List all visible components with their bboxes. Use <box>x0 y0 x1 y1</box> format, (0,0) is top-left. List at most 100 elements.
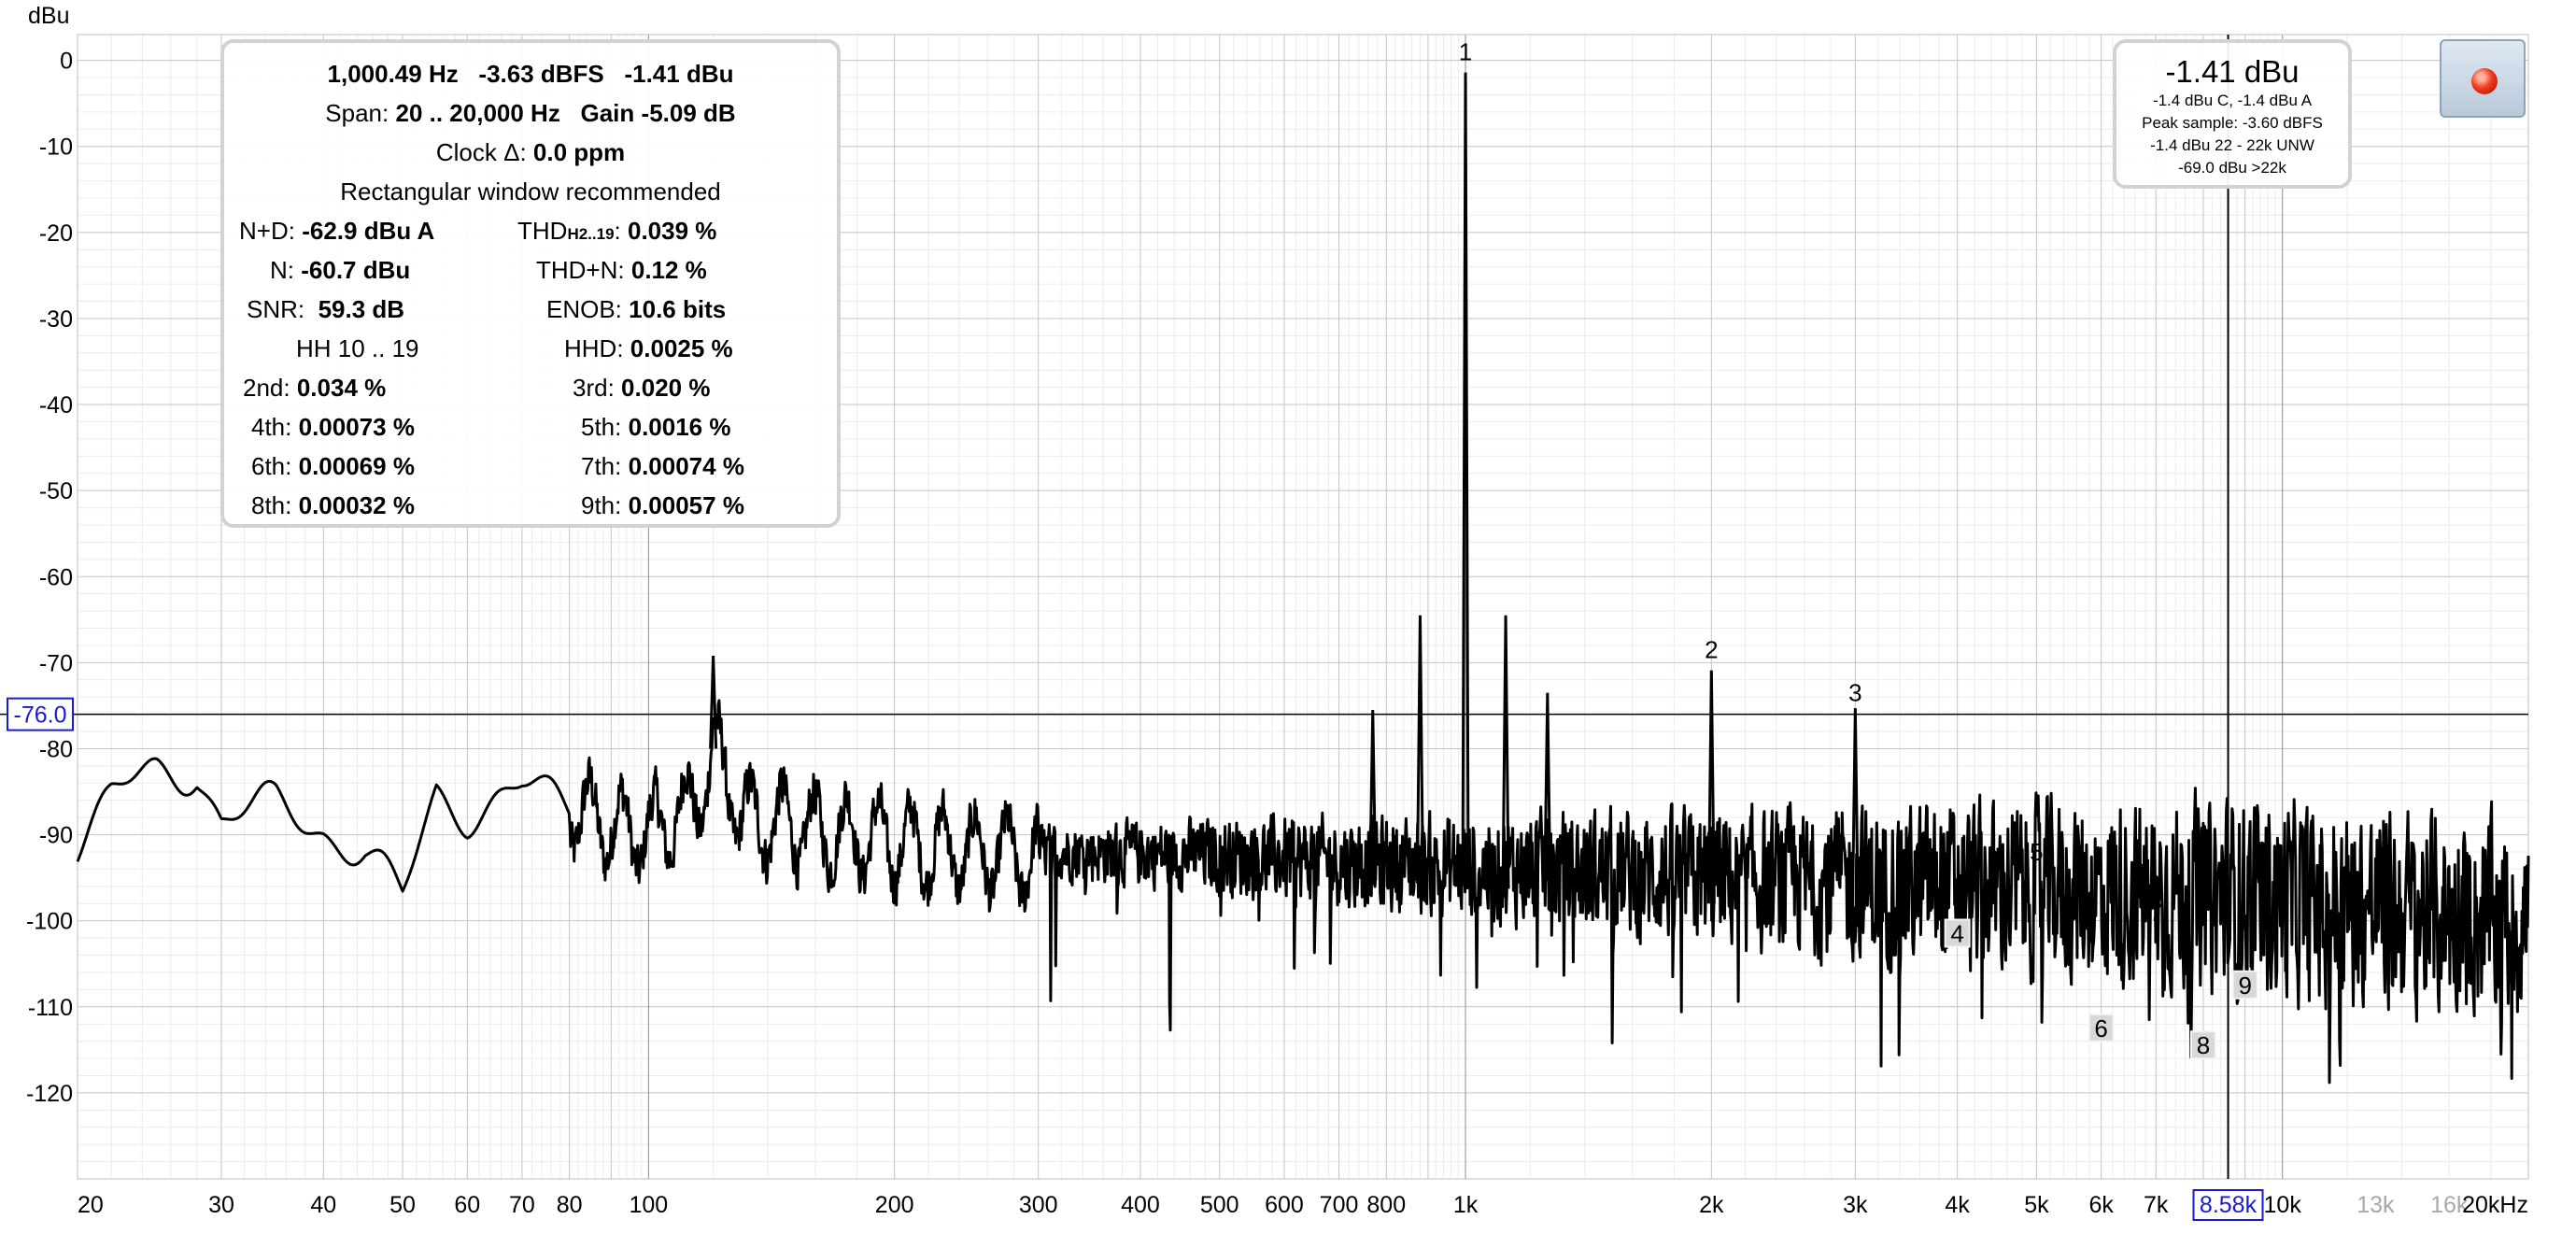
h9-label: 9th: <box>581 491 622 519</box>
enob-label: ENOB: <box>546 295 622 323</box>
clock-label: Clock Δ: <box>435 138 527 166</box>
gain-label: Gain <box>580 99 635 127</box>
window-note: Rectangular window recommended <box>340 177 721 206</box>
h7-value: 0.00074 % <box>628 452 744 480</box>
h7-label: 7th: <box>581 452 622 480</box>
y-tick-label: -100 <box>26 909 73 935</box>
y-tick-label: -70 <box>39 650 73 676</box>
h2-row: 2nd: 0.034 % <box>243 374 386 403</box>
x-tick-label: 30 <box>208 1192 234 1218</box>
harmonic-label: 9 <box>2238 972 2251 1000</box>
h8-label: 8th: <box>251 491 292 519</box>
snr-value: 59.3 dB <box>318 295 405 323</box>
x-tick-label: 70 <box>509 1192 535 1218</box>
h3-value: 0.020 % <box>621 374 711 402</box>
h7-row: 7th: 0.00074 % <box>581 452 744 481</box>
hhd-row: HHD: 0.0025 % <box>564 334 733 363</box>
x-tick-label: 13k <box>2357 1192 2395 1218</box>
x-tick-label: 40 <box>310 1192 336 1218</box>
clock-value: 0.0 ppm <box>532 138 626 166</box>
h9-row: 9th: 0.00057 % <box>581 491 744 520</box>
y-axis-label: dBu <box>28 3 69 29</box>
x-tick-label: 800 <box>1366 1192 1406 1218</box>
x-tick-label: 700 <box>1320 1192 1359 1218</box>
thd-row: THDH2..19: 0.039 % <box>517 217 716 246</box>
level-unweighted: -1.4 dBu 22 - 22k UNW <box>2150 136 2314 154</box>
h4-label: 4th: <box>251 413 292 441</box>
x-tick-label: 200 <box>875 1192 914 1218</box>
x-tick-label: 50 <box>389 1192 416 1218</box>
fundamental-dbfs: -3.63 dBFS <box>478 60 604 88</box>
h4-value: 0.00073 % <box>298 413 415 441</box>
x-tick-label: 5k <box>2024 1192 2049 1218</box>
h2-label: 2nd: <box>243 374 290 402</box>
h9-value: 0.00057 % <box>628 491 744 519</box>
thdn-value: 0.12 % <box>630 256 707 284</box>
x-tick-label: 10k <box>2264 1192 2302 1218</box>
x-tick-label: 3k <box>1843 1192 1868 1218</box>
y-tick-labels: 0 -10 -20 -30 -40 -50 -60 -70 -80 -90 -100 -110 -120 <box>26 49 73 1107</box>
y-tick-label: -90 <box>39 823 73 849</box>
x-tick-label: 20kHz <box>2462 1192 2528 1218</box>
harmonic-label: 2 <box>1705 636 1718 664</box>
snr-label: SNR: <box>247 295 305 323</box>
x-tick-label: 1k <box>1453 1192 1479 1218</box>
h8-row: 8th: 0.00032 % <box>251 491 415 520</box>
y-tick-label: -30 <box>39 306 73 333</box>
y-tick-label: -60 <box>39 564 73 590</box>
level-weighted: -1.4 dBu C, -1.4 dBu A <box>2152 92 2313 109</box>
gain-value: -5.09 dB <box>641 99 736 127</box>
level-peak-sample: Peak sample: -3.60 dBFS <box>2142 114 2323 132</box>
h4-row: 4th: 0.00073 % <box>251 413 415 442</box>
y-tick-label: -50 <box>39 478 73 504</box>
x-tick-label: 20 <box>78 1192 104 1218</box>
record-icon <box>2471 68 2498 94</box>
snr-row: SNR: 59.3 dB <box>247 295 404 324</box>
harmonic-label: 3 <box>1848 679 1861 707</box>
hhd-label: HHD: <box>564 334 624 362</box>
h6-row: 6th: 0.00069 % <box>251 452 415 481</box>
measurement-stats-panel[interactable]: 1,000.49 Hz -3.63 dBFS -1.41 dBu Span: 2… <box>220 39 841 528</box>
thd-value: 0.039 % <box>628 217 717 245</box>
x-tick-label: 7k <box>2144 1192 2169 1218</box>
nd-value: -62.9 dBu A <box>302 217 435 245</box>
thd-label: THD <box>517 217 568 245</box>
x-tick-label: 500 <box>1200 1192 1239 1218</box>
harmonic-label: 6 <box>2094 1014 2107 1043</box>
span-value: 20 .. 20,000 Hz <box>395 99 560 127</box>
y-tick-label: 0 <box>60 49 73 75</box>
y-tick-label: -110 <box>28 995 73 1021</box>
clock-row: Clock Δ: 0.0 ppm <box>224 138 837 167</box>
harmonic-label: 4 <box>1950 920 1963 948</box>
x-tick-label: 2k <box>1699 1192 1724 1218</box>
cursor-label: 8.58k <box>2200 1192 2258 1218</box>
noise-row: N: -60.7 dBu <box>270 256 410 285</box>
record-button[interactable] <box>2440 39 2526 118</box>
x-tick-label: 300 <box>1019 1192 1058 1218</box>
x-tick-label: 600 <box>1265 1192 1304 1218</box>
nd-row: N+D: -62.9 dBu A <box>239 217 434 246</box>
enob-row: ENOB: 10.6 bits <box>546 295 726 324</box>
y-tick-label: -40 <box>39 392 73 418</box>
level-meter-panel[interactable]: -1.41 dBu -1.4 dBu C, -1.4 dBu A Peak sa… <box>2113 39 2352 189</box>
harmonic-label: 7 <box>2149 898 2162 926</box>
hhd-value: 0.0025 % <box>630 334 733 362</box>
noise-label: N: <box>270 256 294 284</box>
h3-row: 3rd: 0.020 % <box>573 374 710 403</box>
h5-row: 5th: 0.0016 % <box>581 413 730 442</box>
x-tick-label: 4k <box>1945 1192 1970 1218</box>
x-tick-labels: 20 30 40 50 60 70 80 100 200 300 400 500 600 700 800 1k… <box>78 1192 2528 1218</box>
thdn-label: THD+N: <box>536 256 625 284</box>
thd-range: H2..19 <box>567 225 615 243</box>
spectrum-series-line <box>76 699 2530 1085</box>
y-tick-label: -120 <box>26 1081 73 1107</box>
fundamental-dbu: -1.41 dBu <box>624 60 734 88</box>
nd-label: N+D: <box>239 217 295 245</box>
h6-label: 6th: <box>251 452 292 480</box>
h5-value: 0.0016 % <box>628 413 731 441</box>
reference-line[interactable]: -76.0 <box>0 697 2528 731</box>
x-tick-label: 80 <box>557 1192 583 1218</box>
level-above-22k: -69.0 dBu >22k <box>2178 159 2286 177</box>
x-tick-label: 400 <box>1121 1192 1160 1218</box>
x-tick-label: 100 <box>630 1192 669 1218</box>
